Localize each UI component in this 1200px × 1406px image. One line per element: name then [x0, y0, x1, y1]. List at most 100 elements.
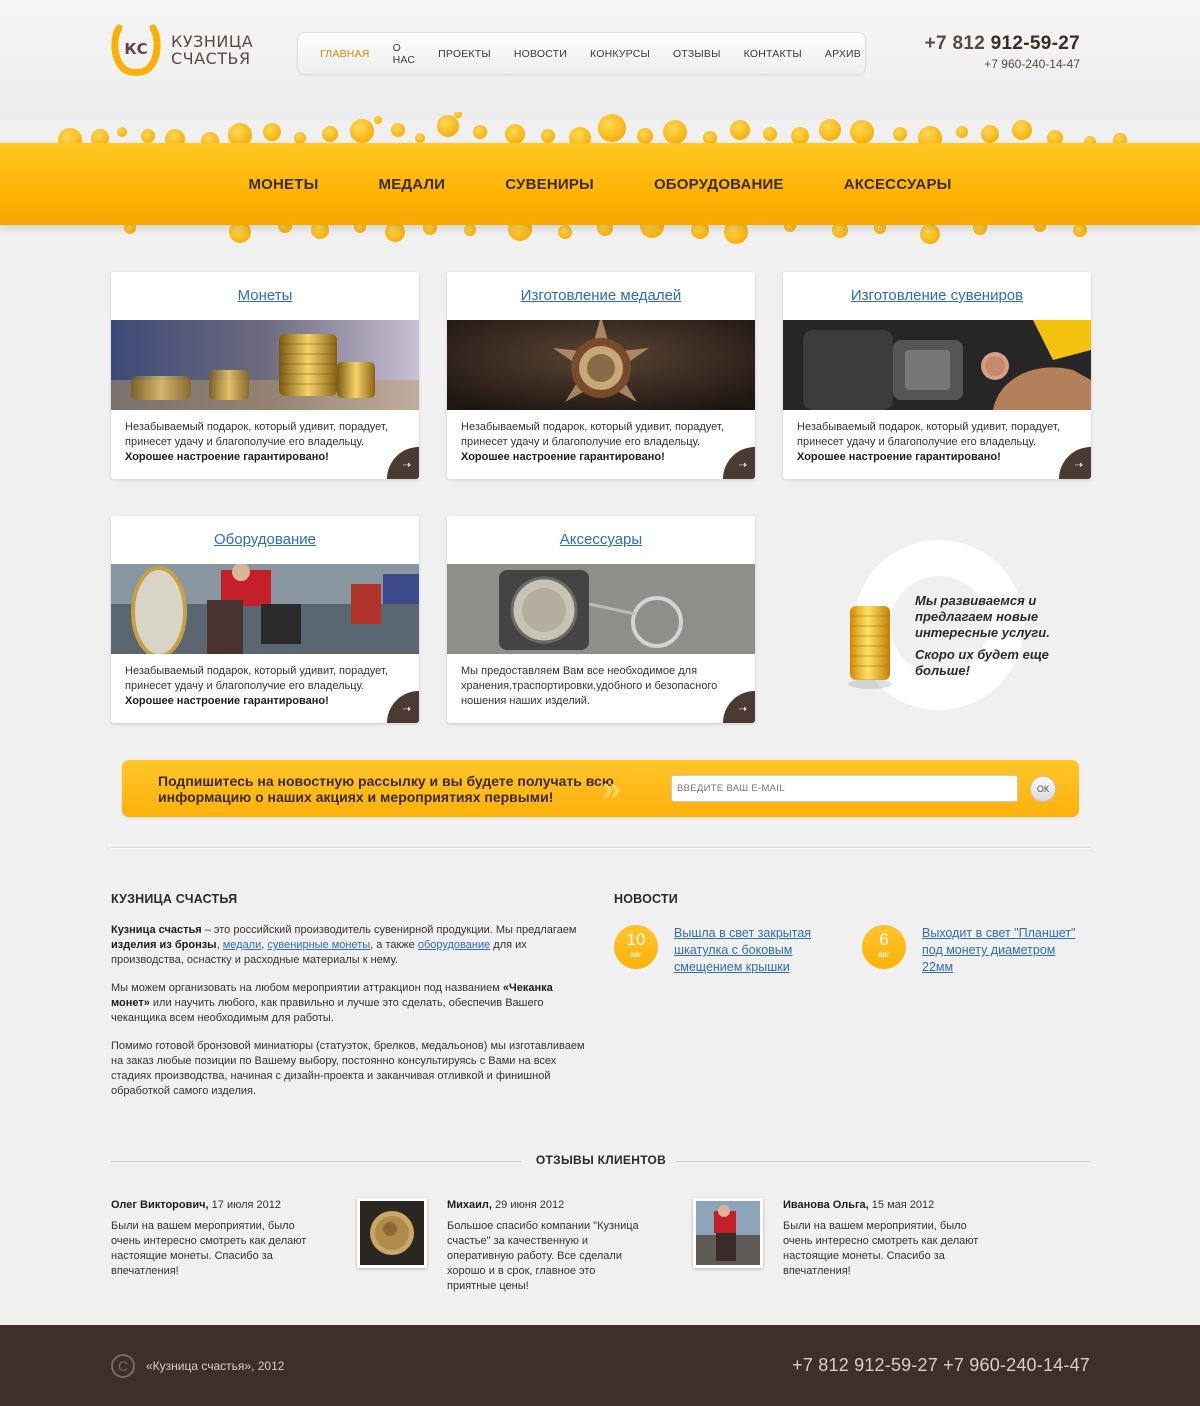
- card-text-body: Незабываемый подарок, который удивит, по…: [125, 665, 388, 692]
- about-paragraph-2: Мы можем организовать на любом мероприят…: [111, 981, 591, 1026]
- card-text-bold: Хорошее настроение гарантировано!: [125, 695, 329, 707]
- review-author: Олег Викторович, 17 июля 2012: [111, 1198, 311, 1213]
- link-equipment[interactable]: оборудование: [418, 939, 490, 951]
- card-image: [783, 320, 1091, 410]
- email-input[interactable]: [671, 775, 1018, 802]
- nav-item-reviews[interactable]: ОТЗЫВЫ: [673, 48, 721, 60]
- card-coins: Монеты Незабываемый подарок, который уди…: [111, 272, 419, 479]
- review-item: Иванова Ольга, 15 мая 2012 Были на вашем…: [783, 1198, 983, 1279]
- category-accessories[interactable]: АКСЕССУАРЫ: [844, 176, 952, 193]
- card-title-link[interactable]: Оборудование: [214, 531, 316, 548]
- review-name: Олег Викторович,: [111, 1199, 209, 1211]
- news-link[interactable]: Выходит в свет "Планшет" под монету диам…: [922, 925, 1082, 976]
- about-section: КУЗНИЦА СЧАСТЬЯ Кузница счастья – это ро…: [111, 892, 591, 1112]
- card-text-bold: Хорошее настроение гарантировано!: [461, 451, 665, 463]
- brand-line-2: СЧАСТЬЯ: [171, 49, 251, 68]
- review-item: Олег Викторович, 17 июля 2012 Были на ва…: [111, 1198, 311, 1279]
- phone-prefix: +7 812: [924, 33, 991, 54]
- nav-item-projects[interactable]: ПРОЕКТЫ: [438, 48, 491, 60]
- about-text: или научить любого, как правильно и лучш…: [111, 997, 544, 1024]
- card-image: [447, 320, 755, 410]
- promo-block: Мы развиваемся и предлагаем новые интере…: [840, 540, 1100, 730]
- newsletter-subscribe: Подпишитесь на новостную рассылку и вы б…: [122, 760, 1079, 817]
- review-name: Иванова Ольга,: [783, 1199, 869, 1211]
- nav-item-contacts[interactable]: КОНТАКТЫ: [744, 48, 802, 60]
- link-souvenir-coins[interactable]: сувенирные монеты: [267, 939, 370, 951]
- news-date-badge: 6 авг: [862, 925, 906, 969]
- news-day: 6: [879, 930, 889, 949]
- review-text: Были на вашем мероприятии, было очень ин…: [783, 1220, 979, 1277]
- top-navigation: ГЛАВНАЯ О НАС ПРОЕКТЫ НОВОСТИ КОНКУРСЫ О…: [297, 32, 866, 75]
- nav-item-archive[interactable]: АРХИВ: [825, 48, 861, 60]
- card-text-body: Мы предоставляем Вам все необходимое для…: [461, 665, 718, 707]
- nav-item-home[interactable]: ГЛАВНАЯ: [320, 48, 370, 60]
- logo[interactable]: КС КУЗНИЦА СЧАСТЬЯ: [111, 24, 253, 76]
- card-text-bold: Хорошее настроение гарантировано!: [125, 451, 329, 463]
- news-link[interactable]: Вышла в свет закрытая шкатулка с боковым…: [674, 925, 834, 976]
- review-photo: [693, 1198, 763, 1268]
- about-bold: изделия из бронзы: [111, 939, 217, 951]
- reviews-heading: ОТЗЫВЫ КЛИЕНТОВ: [535, 1153, 667, 1167]
- promo-line-2: Скоро их будет еще больше!: [915, 647, 1049, 678]
- copyright-text: «Кузница счастья», 2012: [146, 1359, 285, 1373]
- newsletter-text: Подпишитесь на новостную рассылку и вы б…: [158, 773, 614, 805]
- nav-item-about[interactable]: О НАС: [393, 42, 416, 66]
- review-photo: [357, 1198, 427, 1268]
- category-coins[interactable]: МОНЕТЫ: [248, 176, 318, 193]
- category-band: МОНЕТЫ МЕДАЛИ СУВЕНИРЫ ОБОРУДОВАНИЕ АКСЕ…: [0, 112, 1200, 252]
- card-equipment: Оборудование Незабываемый подарок, котор…: [111, 516, 419, 723]
- arrow-right-icon: ⇢: [402, 460, 411, 471]
- nav-item-contests[interactable]: КОНКУРСЫ: [590, 48, 650, 60]
- footer: C «Кузница счастья», 2012 +7 812 912-59-…: [0, 1325, 1200, 1406]
- about-paragraph-1: Кузница счастья – это российский произво…: [111, 923, 591, 968]
- card-title: Монеты: [111, 272, 419, 320]
- card-title: Изготовление сувениров: [783, 272, 1091, 320]
- card-title: Оборудование: [111, 516, 419, 564]
- card-souvenirs: Изготовление сувениров Незабываемый пода…: [783, 272, 1091, 479]
- review-date: 15 мая 2012: [868, 1199, 935, 1211]
- header: КС КУЗНИЦА СЧАСТЬЯ ГЛАВНАЯ О НАС ПРОЕКТЫ…: [0, 0, 1200, 120]
- divider: [111, 847, 1091, 848]
- card-text-body: Незабываемый подарок, который удивит, по…: [461, 421, 724, 448]
- card-text-body: Незабываемый подарок, который удивит, по…: [797, 421, 1060, 448]
- link-medals[interactable]: медали: [223, 939, 262, 951]
- category-equipment[interactable]: ОБОРУДОВАНИЕ: [654, 176, 784, 193]
- subscribe-button[interactable]: ОК: [1030, 776, 1056, 802]
- arrow-right-icon: ⇢: [402, 704, 411, 715]
- nav-item-news[interactable]: НОВОСТИ: [514, 48, 567, 60]
- coin-stack-image: [848, 606, 892, 689]
- card-title-link[interactable]: Монеты: [238, 287, 293, 304]
- news-month: авг: [878, 950, 890, 959]
- card-title-link[interactable]: Изготовление медалей: [521, 287, 682, 304]
- brand-name: КУЗНИЦА СЧАСТЬЯ: [171, 33, 253, 67]
- about-heading: КУЗНИЦА СЧАСТЬЯ: [111, 892, 238, 906]
- category-medals[interactable]: МЕДАЛИ: [379, 176, 446, 193]
- review-date: 29 июня 2012: [491, 1199, 565, 1211]
- card-title-link[interactable]: Аксессуары: [560, 531, 642, 548]
- card-text-bold: Хорошее настроение гарантировано!: [797, 451, 1001, 463]
- review-name: Михаил,: [447, 1199, 492, 1211]
- category-souvenirs[interactable]: СУВЕНИРЫ: [505, 176, 594, 193]
- card-image: [447, 564, 755, 654]
- header-phones: +7 812 912-59-27 +7 960-240-14-47: [925, 33, 1080, 71]
- phone-number: 912-59-27: [990, 33, 1080, 54]
- promo-text: Мы развиваемся и предлагаем новые интере…: [915, 593, 1065, 685]
- card-text: Незабываемый подарок, который удивит, по…: [447, 410, 755, 465]
- news-section: НОВОСТИ 10 авг Вышла в свет закрытая шкат…: [614, 892, 1094, 974]
- news-month: авг: [630, 950, 642, 959]
- review-author: Иванова Ольга, 15 мая 2012: [783, 1198, 983, 1213]
- phone-alt: +7 960-240-14-47: [984, 57, 1080, 71]
- card-text: Незабываемый подарок, который удивит, по…: [783, 410, 1091, 465]
- footer-phones: +7 812 912-59-27 +7 960-240-14-47: [792, 1355, 1090, 1375]
- category-navigation: МОНЕТЫ МЕДАЛИ СУВЕНИРЫ ОБОРУДОВАНИЕ АКСЕ…: [0, 143, 1200, 225]
- review-date: 17 июля 2012: [208, 1199, 281, 1211]
- card-text-body: Незабываемый подарок, который удивит, по…: [125, 421, 388, 448]
- card-medals: Изготовление медалей Незабываемый подаро…: [447, 272, 755, 479]
- review-item: Михаил, 29 июня 2012 Большое спасибо ком…: [447, 1198, 647, 1294]
- card-title: Аксессуары: [447, 516, 755, 564]
- card-text: Незабываемый подарок, который удивит, по…: [111, 654, 419, 709]
- card-title-link[interactable]: Изготовление сувениров: [851, 287, 1023, 304]
- news-day: 10: [626, 930, 646, 949]
- about-text: – это российский производитель сувенирно…: [201, 924, 577, 936]
- news-item: 6 авг Выходит в свет "Планшет" под монету…: [862, 925, 1087, 985]
